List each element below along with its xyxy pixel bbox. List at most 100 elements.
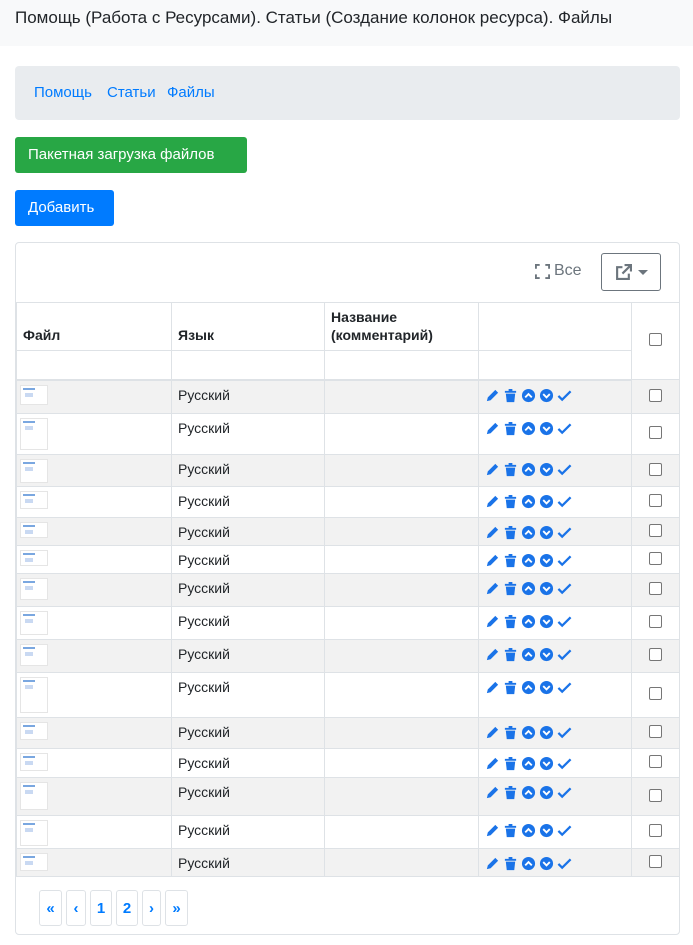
move-down-icon[interactable] [539, 756, 554, 771]
delete-icon[interactable] [503, 462, 518, 477]
edit-icon[interactable] [485, 823, 500, 838]
move-down-icon[interactable] [539, 680, 554, 695]
move-up-icon[interactable] [521, 553, 536, 568]
check-icon[interactable] [557, 647, 572, 662]
move-up-icon[interactable] [521, 785, 536, 800]
move-up-icon[interactable] [521, 823, 536, 838]
move-down-icon[interactable] [539, 553, 554, 568]
file-thumbnail[interactable] [20, 753, 48, 771]
show-all-button[interactable]: Все [535, 262, 582, 280]
file-thumbnail[interactable] [20, 491, 48, 509]
delete-icon[interactable] [503, 388, 518, 403]
check-icon[interactable] [557, 756, 572, 771]
row-checkbox[interactable] [649, 523, 662, 537]
delete-icon[interactable] [503, 647, 518, 662]
breadcrumb-item-help[interactable]: Помощь [34, 84, 92, 101]
row-checkbox[interactable] [649, 551, 662, 565]
filter-language[interactable] [171, 350, 325, 381]
move-up-icon[interactable] [521, 525, 536, 540]
delete-icon[interactable] [503, 680, 518, 695]
delete-icon[interactable] [503, 553, 518, 568]
edit-icon[interactable] [485, 756, 500, 771]
edit-icon[interactable] [485, 785, 500, 800]
move-down-icon[interactable] [539, 647, 554, 662]
filter-name[interactable] [324, 350, 479, 381]
move-down-icon[interactable] [539, 421, 554, 436]
delete-icon[interactable] [503, 525, 518, 540]
row-checkbox[interactable] [649, 687, 662, 700]
page-2-button[interactable]: 2 [116, 890, 138, 926]
file-thumbnail[interactable] [20, 578, 48, 600]
delete-icon[interactable] [503, 494, 518, 509]
move-down-icon[interactable] [539, 525, 554, 540]
row-checkbox[interactable] [649, 648, 662, 661]
check-icon[interactable] [557, 462, 572, 477]
file-thumbnail[interactable] [20, 384, 48, 405]
file-thumbnail[interactable] [20, 820, 48, 846]
delete-icon[interactable] [503, 421, 518, 436]
move-down-icon[interactable] [539, 614, 554, 629]
move-up-icon[interactable] [521, 494, 536, 509]
check-icon[interactable] [557, 856, 572, 871]
move-down-icon[interactable] [539, 388, 554, 403]
breadcrumb-item-files[interactable]: Файлы [167, 84, 215, 101]
move-up-icon[interactable] [521, 680, 536, 695]
check-icon[interactable] [557, 680, 572, 695]
select-all-checkbox[interactable] [649, 333, 662, 346]
check-icon[interactable] [557, 725, 572, 740]
edit-icon[interactable] [485, 680, 500, 695]
delete-icon[interactable] [503, 856, 518, 871]
file-thumbnail[interactable] [20, 644, 48, 666]
edit-icon[interactable] [485, 553, 500, 568]
file-thumbnail[interactable] [20, 550, 48, 566]
page-prev-button[interactable]: ‹ [66, 890, 86, 926]
move-up-icon[interactable] [521, 462, 536, 477]
check-icon[interactable] [557, 553, 572, 568]
row-checkbox[interactable] [649, 615, 662, 628]
edit-icon[interactable] [485, 581, 500, 596]
row-checkbox[interactable] [649, 824, 662, 837]
move-down-icon[interactable] [539, 785, 554, 800]
row-checkbox[interactable] [649, 462, 662, 476]
file-thumbnail[interactable] [20, 782, 48, 810]
check-icon[interactable] [557, 581, 572, 596]
move-down-icon[interactable] [539, 823, 554, 838]
file-thumbnail[interactable] [20, 522, 48, 538]
export-dropdown-button[interactable] [601, 253, 661, 291]
move-up-icon[interactable] [521, 421, 536, 436]
page-last-button[interactable]: » [165, 890, 188, 926]
row-checkbox[interactable] [649, 426, 662, 439]
batch-upload-button[interactable]: Пакетная загрузка файлов [15, 137, 247, 173]
move-down-icon[interactable] [539, 856, 554, 871]
delete-icon[interactable] [503, 756, 518, 771]
delete-icon[interactable] [503, 823, 518, 838]
move-up-icon[interactable] [521, 581, 536, 596]
delete-icon[interactable] [503, 581, 518, 596]
edit-icon[interactable] [485, 525, 500, 540]
column-header-file[interactable]: Файл [16, 302, 172, 351]
delete-icon[interactable] [503, 614, 518, 629]
move-up-icon[interactable] [521, 725, 536, 740]
check-icon[interactable] [557, 525, 572, 540]
edit-icon[interactable] [485, 388, 500, 403]
move-up-icon[interactable] [521, 647, 536, 662]
edit-icon[interactable] [485, 614, 500, 629]
row-checkbox[interactable] [649, 582, 662, 595]
move-up-icon[interactable] [521, 614, 536, 629]
breadcrumb-item-articles[interactable]: Статьи [107, 84, 156, 101]
move-down-icon[interactable] [539, 581, 554, 596]
column-header-name[interactable]: Название (комментарий) [324, 302, 479, 351]
file-thumbnail[interactable] [20, 677, 48, 713]
delete-icon[interactable] [503, 785, 518, 800]
add-button[interactable]: Добавить [15, 190, 114, 226]
move-down-icon[interactable] [539, 462, 554, 477]
page-first-button[interactable]: « [39, 890, 62, 926]
row-checkbox[interactable] [649, 755, 662, 768]
move-up-icon[interactable] [521, 388, 536, 403]
page-next-button[interactable]: › [142, 890, 161, 926]
edit-icon[interactable] [485, 421, 500, 436]
check-icon[interactable] [557, 388, 572, 403]
move-down-icon[interactable] [539, 494, 554, 509]
check-icon[interactable] [557, 785, 572, 800]
move-down-icon[interactable] [539, 725, 554, 740]
